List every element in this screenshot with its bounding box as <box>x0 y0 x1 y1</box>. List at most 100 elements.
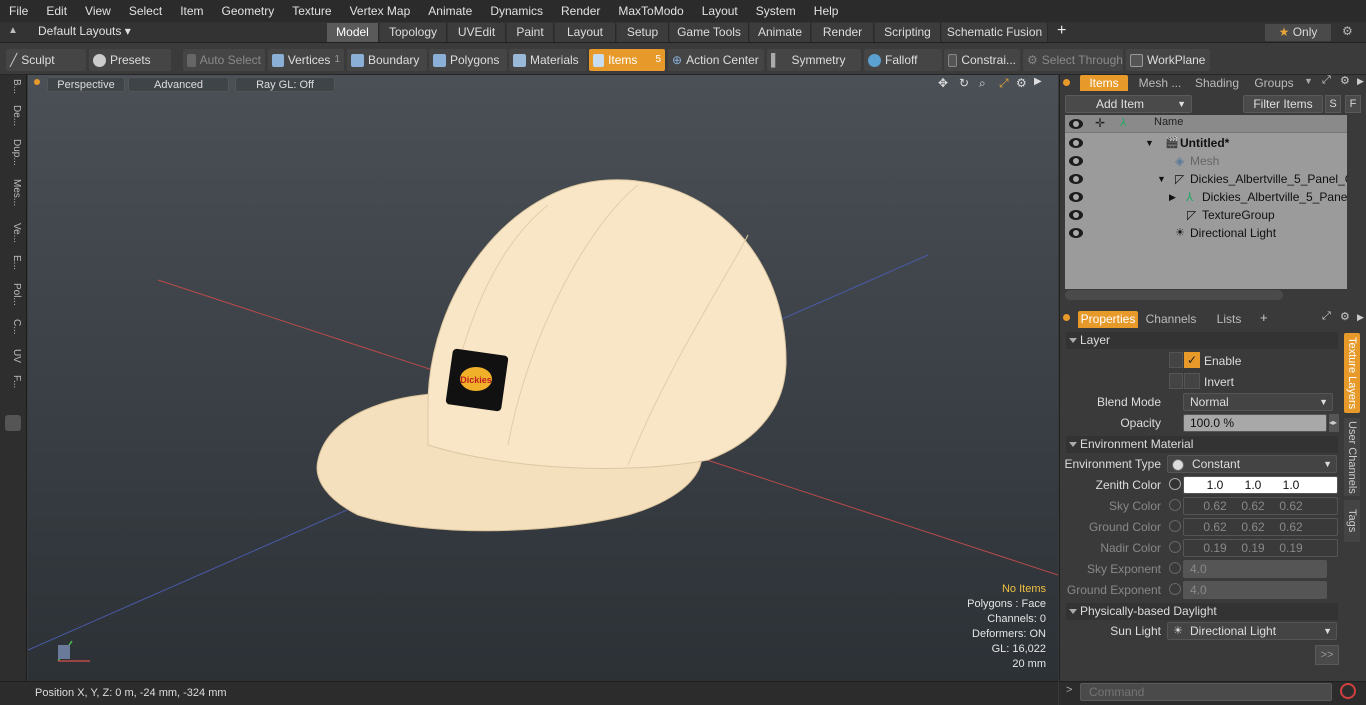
viewport-settings-icon[interactable]: ⚙ <box>1016 76 1027 90</box>
left-strip-button[interactable] <box>5 415 21 431</box>
select-through-button[interactable]: ⚙ Select Through <box>1023 49 1123 71</box>
tree-row-texturegroup[interactable]: ◸ TextureGroup <box>1065 206 1347 224</box>
viewport-menu-icon[interactable] <box>34 79 40 85</box>
expand-arrow-icon[interactable]: ▼ <box>1157 170 1166 188</box>
left-tab-mes[interactable]: Mes... <box>4 179 22 213</box>
menu-geometry[interactable]: Geometry <box>213 0 284 22</box>
side-tab-tags[interactable]: Tags <box>1344 500 1360 542</box>
env-type-dropdown[interactable]: Constant ▼ <box>1167 455 1337 473</box>
left-tab-pol[interactable]: Pol... <box>4 283 22 313</box>
layout-selector[interactable]: Default Layouts ▾ <box>38 24 131 38</box>
add-tab-icon[interactable]: + <box>1057 22 1066 40</box>
zoom-icon[interactable]: ⌕ <box>979 76 986 91</box>
tab-setup[interactable]: Setup <box>617 23 669 42</box>
tab-properties[interactable]: Properties <box>1078 311 1138 328</box>
menu-texture[interactable]: Texture <box>283 0 340 22</box>
tab-model[interactable]: Model <box>327 23 379 42</box>
tab-shading[interactable]: Shading <box>1192 75 1242 91</box>
maximize-icon[interactable]: ⤢ <box>999 76 1009 91</box>
auto-select-button[interactable]: Auto Select <box>183 49 265 71</box>
more-button[interactable]: >> <box>1315 645 1339 665</box>
tab-schematic-fusion[interactable]: Schematic Fusion <box>942 23 1048 42</box>
action-center-button[interactable]: ⊕ Action Center <box>668 49 764 71</box>
panel-gear-icon[interactable]: ⚙ <box>1340 74 1350 87</box>
layer-section-header[interactable]: Layer <box>1066 332 1338 349</box>
visibility-eye-icon[interactable] <box>1069 174 1083 184</box>
tree-row-mesh-item[interactable]: ▶ ⅄ Dickies_Albertville_5_Panel... <box>1065 188 1347 206</box>
left-tab-c[interactable]: C... <box>4 319 22 345</box>
rotate-icon[interactable]: ↻ <box>959 76 969 90</box>
3d-viewport[interactable]: Dickies No Items Polygons : Face Channel… <box>28 75 1058 681</box>
tree-scrollbar[interactable] <box>1065 290 1283 300</box>
sky-anim-dot[interactable] <box>1169 499 1181 511</box>
menu-edit[interactable]: Edit <box>37 0 76 22</box>
visibility-eye-icon[interactable] <box>1069 228 1083 238</box>
daylight-section-header[interactable]: Physically-based Daylight <box>1066 603 1338 620</box>
env-section-header[interactable]: Environment Material <box>1066 436 1338 453</box>
side-tab-texture-layers[interactable]: Texture Layers <box>1344 333 1360 413</box>
s-button[interactable]: S <box>1325 95 1341 113</box>
tab-layout[interactable]: Layout <box>555 23 616 42</box>
expand-arrow-icon[interactable]: ▼ <box>1145 134 1154 152</box>
constraints-button[interactable]: Constrai... <box>944 49 1020 71</box>
materials-button[interactable]: Materials <box>509 49 587 71</box>
zenith-anim-dot[interactable] <box>1169 478 1181 490</box>
visibility-eye-icon[interactable] <box>1069 138 1083 148</box>
menu-help[interactable]: Help <box>805 0 848 22</box>
sculpt-button[interactable]: ╱ Sculpt <box>6 49 86 71</box>
vertices-button[interactable]: Vertices 1 <box>268 49 344 71</box>
invert-checkbox[interactable] <box>1184 373 1200 389</box>
props-expand-icon[interactable]: ⤢ <box>1322 310 1331 323</box>
collapse-arrow-icon[interactable]: ▲ <box>8 25 18 36</box>
tab-uvedit[interactable]: UVEdit <box>448 23 506 42</box>
record-icon[interactable] <box>1340 683 1356 699</box>
skyexp-anim-dot[interactable] <box>1169 562 1181 574</box>
tab-render[interactable]: Render <box>812 23 874 42</box>
command-input[interactable] <box>1080 683 1332 701</box>
visibility-eye-icon[interactable] <box>1069 210 1083 220</box>
tree-row-mesh[interactable]: ◈ Mesh <box>1065 152 1347 170</box>
tab-scripting[interactable]: Scripting <box>875 23 941 42</box>
menu-item[interactable]: Item <box>171 0 212 22</box>
invert-toggle-left[interactable] <box>1169 373 1183 389</box>
tab-game-tools[interactable]: Game Tools <box>670 23 749 42</box>
items-button[interactable]: Items 5 <box>589 49 665 71</box>
menu-layout[interactable]: Layout <box>693 0 747 22</box>
zenith-color-field[interactable]: 1.0 1.0 1.0 <box>1183 476 1338 494</box>
menu-animate[interactable]: Animate <box>419 0 481 22</box>
items-panel-menu-icon[interactable] <box>1063 79 1070 86</box>
menu-vertex-map[interactable]: Vertex Map <box>341 0 420 22</box>
visibility-eye-icon[interactable] <box>1069 156 1083 166</box>
enable-checkbox[interactable]: ✓ <box>1184 352 1200 368</box>
sky-exponent-slider[interactable]: 4.0 <box>1183 560 1327 578</box>
menu-view[interactable]: View <box>76 0 120 22</box>
boundary-button[interactable]: Boundary <box>347 49 427 71</box>
viewport-expand-icon[interactable]: ▶ <box>1034 76 1042 87</box>
falloff-button[interactable]: Falloff <box>864 49 942 71</box>
nadir-color-field[interactable]: 0.19 0.19 0.19 <box>1183 539 1338 557</box>
opacity-slider[interactable]: 100.0 % <box>1183 414 1327 432</box>
groundexp-anim-dot[interactable] <box>1169 583 1181 595</box>
props-gear-icon[interactable]: ⚙ <box>1340 310 1350 323</box>
tab-paint[interactable]: Paint <box>507 23 554 42</box>
left-tab-e[interactable]: E... <box>4 255 22 279</box>
panel-arrow-icon[interactable]: ▶ <box>1357 76 1364 87</box>
panel-expand-icon[interactable]: ⤢ <box>1322 74 1331 87</box>
opacity-stepper-icon[interactable]: ◂▸ <box>1329 414 1339 432</box>
add-tab-icon[interactable]: + <box>1260 310 1268 325</box>
tab-items[interactable]: Items <box>1080 75 1128 91</box>
pan-icon[interactable]: ✥ <box>938 76 948 90</box>
f-button[interactable]: F <box>1345 95 1361 113</box>
tree-row-light[interactable]: ☀ Directional Light <box>1065 224 1347 242</box>
menu-dynamics[interactable]: Dynamics <box>481 0 552 22</box>
ground-exponent-slider[interactable]: 4.0 <box>1183 581 1327 599</box>
blend-mode-dropdown[interactable]: Normal ▼ <box>1183 393 1333 411</box>
polygons-button[interactable]: Polygons <box>429 49 507 71</box>
left-tab-ve[interactable]: Ve... <box>4 223 22 249</box>
collapse-arrow-icon[interactable]: ▶ <box>1169 188 1176 206</box>
ground-color-field[interactable]: 0.62 0.62 0.62 <box>1183 518 1338 536</box>
menu-system[interactable]: System <box>747 0 805 22</box>
tab-lists[interactable]: Lists <box>1205 311 1253 328</box>
left-tab-b[interactable]: B... <box>4 79 22 101</box>
enable-toggle-left[interactable] <box>1169 352 1183 368</box>
